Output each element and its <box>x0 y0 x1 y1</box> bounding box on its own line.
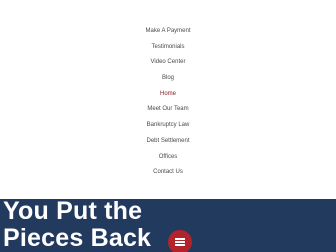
nav-item-blog[interactable]: Blog <box>0 71 336 87</box>
nav-item-contact-us[interactable]: Contact Us <box>0 165 336 181</box>
nav-item-bankruptcy-law[interactable]: Bankruptcy Law <box>0 118 336 134</box>
menu-toggle-button[interactable] <box>168 230 192 252</box>
nav-item-meet-our-team[interactable]: Meet Our Team <box>0 102 336 118</box>
nav-item-offices[interactable]: Offices <box>0 150 336 166</box>
nav-item-make-a-payment[interactable]: Make A Payment <box>0 24 336 40</box>
hero-heading-line-1: You Put the <box>3 199 143 225</box>
nav-item-debt-settlement[interactable]: Debt Settlement <box>0 134 336 150</box>
nav-item-testimonials[interactable]: Testimonials <box>0 40 336 56</box>
main-navigation-menu: Make A Payment Testimonials Video Center… <box>0 24 336 181</box>
nav-item-video-center[interactable]: Video Center <box>0 55 336 71</box>
page: Make A Payment Testimonials Video Center… <box>0 0 336 252</box>
nav-item-home[interactable]: Home <box>0 87 336 103</box>
hero-heading-line-2: Pieces Back <box>3 224 152 252</box>
